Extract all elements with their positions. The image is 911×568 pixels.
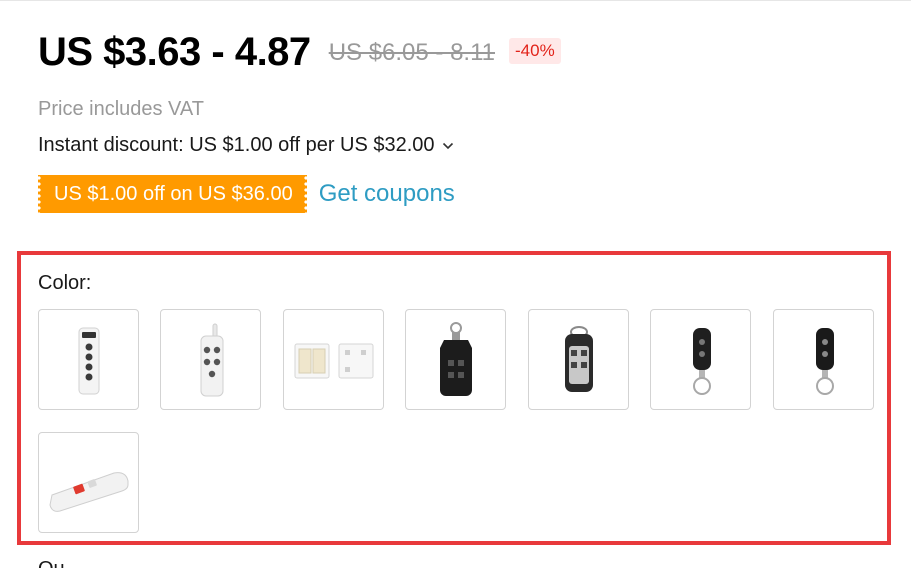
product-page: US $3.63 - 4.87 US $6.05 - 8.11 -40% Pri… xyxy=(0,0,911,568)
color-option-3[interactable] xyxy=(283,309,384,410)
black-silver-4-button-keyfob-image xyxy=(564,325,593,392)
chevron-down-icon xyxy=(439,135,457,157)
original-price: US $6.05 - 8.11 xyxy=(328,39,496,66)
coupon-edge-left xyxy=(37,175,41,213)
vat-note: Price includes VAT xyxy=(38,98,204,120)
top-divider xyxy=(0,0,911,1)
instant-discount-text: Instant discount: US $1.00 off per US $3… xyxy=(38,134,435,156)
coupon-tag-label: US $1.00 off on US $36.00 xyxy=(54,183,293,205)
color-label: Color: xyxy=(38,272,92,294)
black-2-button-keyfob-alt-image xyxy=(815,327,834,395)
white-4-button-remote-antenna-image xyxy=(200,323,223,396)
get-coupons-link[interactable]: Get coupons xyxy=(319,180,455,208)
coupon-edge-right xyxy=(303,175,308,213)
coupon-tag[interactable]: US $1.00 off on US $36.00 xyxy=(37,175,308,213)
black-4-button-keyfob-image xyxy=(439,321,472,396)
color-option-1[interactable] xyxy=(38,309,139,410)
black-2-button-keyfob-image xyxy=(692,327,711,395)
white-wall-switch-panels-image xyxy=(294,343,373,378)
white-long-range-remote-image xyxy=(48,471,128,512)
color-option-8[interactable] xyxy=(38,432,139,533)
next-section-label: Qu... xyxy=(38,558,81,568)
color-option-5[interactable] xyxy=(528,309,629,410)
discount-badge: -40% xyxy=(509,38,561,64)
instant-discount-toggle[interactable]: Instant discount: US $1.00 off per US $3… xyxy=(38,134,457,157)
color-option-6[interactable] xyxy=(650,309,751,410)
current-price: US $3.63 - 4.87 xyxy=(38,29,311,74)
white-4-button-remote-image xyxy=(78,327,99,394)
coupon-row: US $1.00 off on US $36.00 Get coupons xyxy=(37,175,455,213)
price-row: US $3.63 - 4.87 US $6.05 - 8.11 -40% xyxy=(38,26,561,78)
color-option-4[interactable] xyxy=(405,309,506,410)
color-option-7[interactable] xyxy=(773,309,874,410)
color-option-2[interactable] xyxy=(160,309,261,410)
